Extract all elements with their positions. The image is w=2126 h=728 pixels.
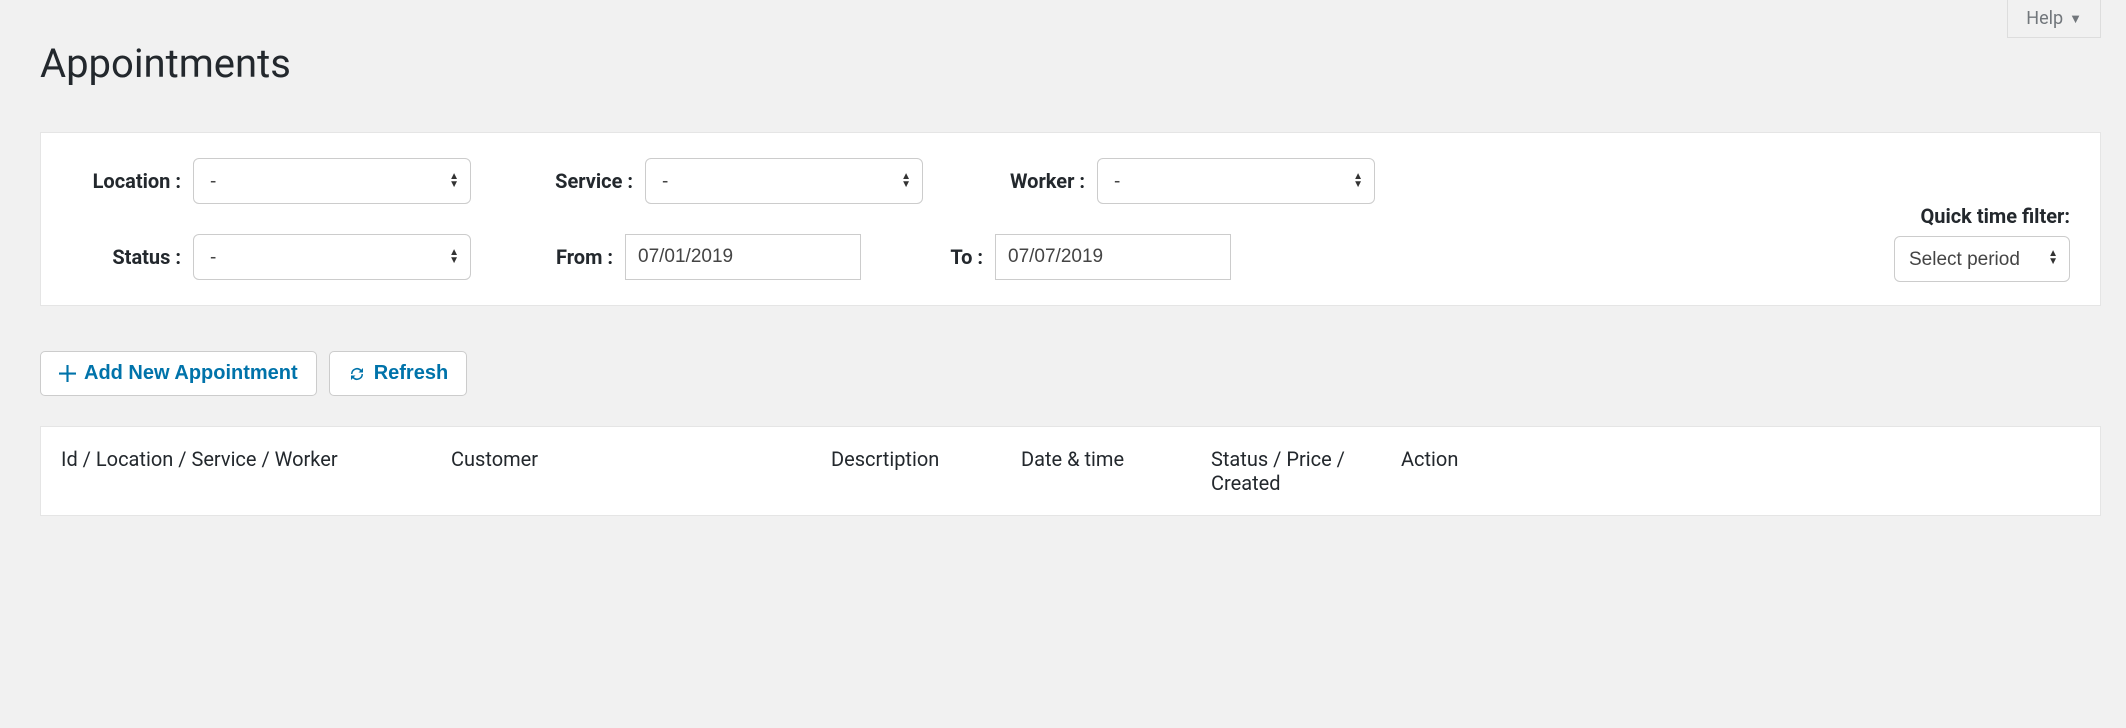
quick-time-select[interactable]: Select period xyxy=(1894,236,2070,282)
col-status-price-created[interactable]: Status / Price / Created xyxy=(1211,447,1401,495)
help-label: Help xyxy=(2026,8,2063,29)
plus-icon xyxy=(59,365,76,382)
to-date-input[interactable] xyxy=(995,234,1231,280)
status-label: Status : xyxy=(71,245,181,269)
service-select[interactable]: - xyxy=(645,158,923,204)
from-date-input[interactable] xyxy=(625,234,861,280)
table-header-row: Id / Location / Service / Worker Custome… xyxy=(41,427,2100,515)
refresh-label: Refresh xyxy=(374,362,448,385)
refresh-icon xyxy=(348,365,366,383)
appointments-table: Id / Location / Service / Worker Custome… xyxy=(40,426,2101,516)
to-label: To : xyxy=(913,245,983,269)
quick-time-label: Quick time filter: xyxy=(1882,204,2070,228)
col-id-loc-svc-worker[interactable]: Id / Location / Service / Worker xyxy=(61,447,451,495)
help-tab[interactable]: Help ▼ xyxy=(2007,0,2101,38)
worker-label: Worker : xyxy=(975,168,1085,194)
service-label: Service : xyxy=(523,168,633,194)
col-action[interactable]: Action xyxy=(1401,447,2080,495)
location-select[interactable]: - xyxy=(193,158,471,204)
filter-panel: Location : - ▲▼ Service : - ▲▼ Worker : … xyxy=(40,132,2101,306)
page-title: Appointments xyxy=(0,0,2126,87)
refresh-button[interactable]: Refresh xyxy=(329,351,467,396)
status-select[interactable]: - xyxy=(193,234,471,280)
add-appointment-button[interactable]: Add New Appointment xyxy=(40,351,317,396)
from-label: From : xyxy=(523,245,613,269)
worker-select[interactable]: - xyxy=(1097,158,1375,204)
location-label: Location : xyxy=(71,168,181,194)
col-customer[interactable]: Customer xyxy=(451,447,831,495)
col-description[interactable]: Descrtiption xyxy=(831,447,1021,495)
add-appointment-label: Add New Appointment xyxy=(84,362,298,385)
col-date-time[interactable]: Date & time xyxy=(1021,447,1211,495)
chevron-down-icon: ▼ xyxy=(2069,11,2082,27)
